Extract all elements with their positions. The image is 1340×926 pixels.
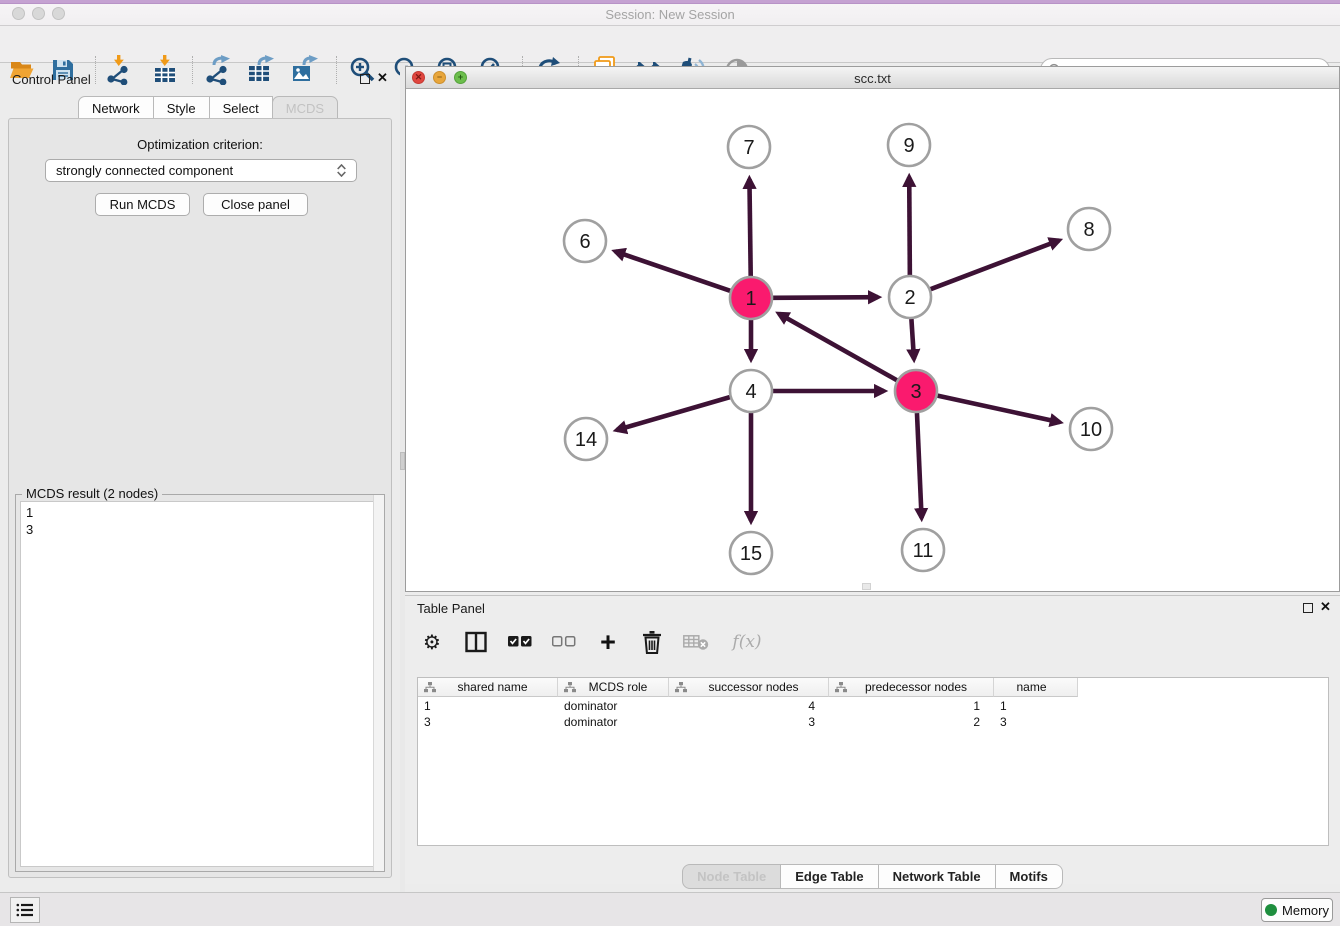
node-label-6: 6 [579,231,590,253]
table-panel: Table Panel ✕ ⚙ + f(x) shared nameM [405,595,1340,884]
network-window-title: scc.txt [406,71,1339,86]
mcds-tab-content: Optimization criterion: strongly connect… [8,118,392,878]
table-cell[interactable]: 1 [829,698,994,714]
column-header-shared-name[interactable]: shared name [418,678,558,697]
tab-network-table[interactable]: Network Table [878,864,996,889]
table-cell[interactable]: 2 [829,714,994,730]
close-panel-icon[interactable]: ✕ [377,70,388,86]
select-all-rows-icon[interactable] [505,627,535,657]
table-cell[interactable]: 4 [669,698,829,714]
memory-button[interactable]: Memory [1261,898,1333,922]
criterion-dropdown[interactable]: strongly connected component [45,159,357,182]
edge-3-11[interactable] [917,413,922,518]
node-label-8: 8 [1083,219,1094,241]
titlebar-accent-strip [0,0,1340,4]
node-label-10: 10 [1080,419,1102,441]
delete-column-icon[interactable] [637,627,667,657]
edge-3-10[interactable] [937,396,1059,423]
network-window-titlebar[interactable]: ✕ − + scc.txt [406,67,1339,89]
column-header-successor-nodes[interactable]: successor nodes [669,678,829,697]
status-bar: Memory [0,892,1340,926]
table-cell[interactable]: 3 [418,714,558,730]
delete-table-icon[interactable] [681,627,711,657]
edge-2-8[interactable] [931,240,1060,289]
run-mcds-button[interactable]: Run MCDS [95,193,190,216]
mcds-result-group: MCDS result (2 nodes) 1 3 [15,494,385,872]
list-icon [16,903,34,917]
tab-motifs[interactable]: Motifs [995,864,1063,889]
column-header-predecessor-nodes[interactable]: predecessor nodes [829,678,994,697]
result-scrollbar[interactable] [373,495,384,871]
edge-3-1[interactable] [779,314,897,380]
tab-edge-table[interactable]: Edge Table [780,864,878,889]
edge-1-6[interactable] [615,251,730,290]
add-column-icon[interactable]: + [593,627,623,657]
show-columns-icon[interactable] [461,627,491,657]
table-cell[interactable]: 1 [418,698,558,714]
edge-2-3[interactable] [911,319,914,359]
task-history-button[interactable] [10,897,40,923]
table-row[interactable]: 1dominator411 [418,698,1078,714]
mcds-result-textarea[interactable]: 1 3 [20,501,380,867]
node-label-3: 3 [910,381,921,403]
table-row[interactable]: 3dominator323 [418,714,1078,730]
memory-status-icon [1265,904,1277,916]
column-header-MCDS-role[interactable]: MCDS role [558,678,669,697]
table-cell[interactable]: 3 [669,714,829,730]
edge-1-2[interactable] [773,297,878,298]
window-title: Session: New Session [0,7,1340,22]
function-builder-icon[interactable]: f(x) [725,627,769,657]
close-table-panel-icon[interactable]: ✕ [1320,599,1331,615]
node-label-2: 2 [904,287,915,309]
unselect-all-rows-icon[interactable] [549,627,579,657]
table-options-icon[interactable]: ⚙ [417,627,447,657]
edge-4-14[interactable] [617,397,730,430]
table-panel-title: Table Panel [417,601,485,616]
dropdown-stepper-icon [337,164,346,177]
control-panel-header: Control Panel ✕ [0,66,400,94]
node-label-14: 14 [575,429,597,451]
main-toolbar [0,26,1340,63]
edge-2-9[interactable] [909,177,910,275]
node-label-7: 7 [743,137,754,159]
table-cell[interactable]: 1 [994,698,1078,714]
table-toolbar: ⚙ + f(x) [417,622,769,662]
table-cell[interactable]: dominator [558,698,669,714]
table-cell[interactable]: 3 [994,714,1078,730]
table-tabs: Node TableEdge TableNetwork TableMotifs [405,864,1340,889]
edge-1-7[interactable] [749,179,750,276]
mcds-result-title: MCDS result (2 nodes) [22,486,162,501]
network-graph[interactable]: 7 9 6 8 1 2 4 3 14 10 15 11 [406,89,1339,591]
node-label-11: 11 [913,540,934,562]
optimization-criterion-label: Optimization criterion: [9,137,391,152]
float-panel-icon[interactable] [360,74,370,84]
node-label-9: 9 [903,135,914,157]
tab-node-table[interactable]: Node Table [682,864,781,889]
control-panel-title: Control Panel [12,72,91,87]
node-table[interactable]: shared nameMCDS rolesuccessor nodesprede… [417,677,1329,846]
title-bar: Session: New Session [0,0,1340,26]
application-window: Session: New Session [0,0,1340,926]
column-header-name[interactable]: name [994,678,1078,697]
node-label-15: 15 [740,543,762,565]
criterion-value: strongly connected component [56,163,233,178]
node-label-4: 4 [745,381,756,403]
float-table-panel-icon[interactable] [1303,603,1313,613]
canvas-resize-grip[interactable] [862,583,871,590]
node-label-1: 1 [745,288,756,310]
network-view-window: ✕ − + scc.txt 7 9 6 8 1 2 4 3 14 10 15 11 [405,66,1340,592]
close-panel-button[interactable]: Close panel [203,193,308,216]
memory-label: Memory [1282,903,1329,918]
network-canvas[interactable]: 7 9 6 8 1 2 4 3 14 10 15 11 [406,89,1339,591]
table-header-row: shared nameMCDS rolesuccessor nodesprede… [418,678,1078,697]
table-cell[interactable]: dominator [558,714,669,730]
